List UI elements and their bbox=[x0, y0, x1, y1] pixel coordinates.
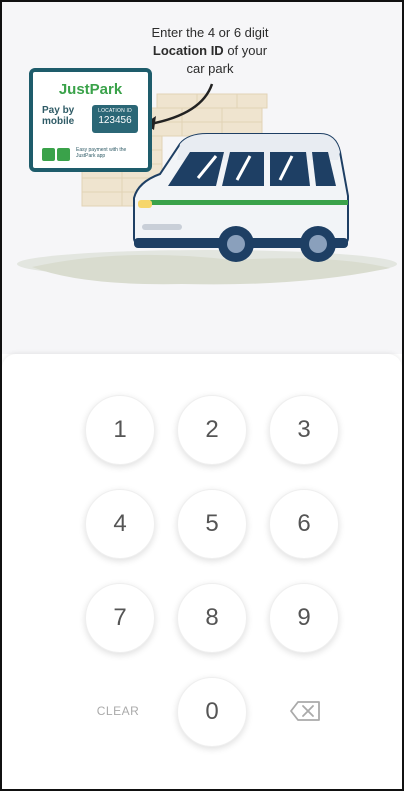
app-frame: Enter the 4 or 6 digit Location ID of yo… bbox=[0, 0, 404, 791]
key-0[interactable]: 0 bbox=[177, 677, 247, 747]
key-8[interactable]: 8 bbox=[177, 583, 247, 653]
location-id-label: LOCATION ID bbox=[98, 108, 132, 114]
backspace-icon bbox=[290, 701, 320, 721]
justpark-sign: JustPark Pay by mobile LOCATION ID 12345… bbox=[29, 68, 152, 172]
location-id-box: LOCATION ID 123456 bbox=[92, 105, 138, 133]
pay-line-1: Pay by bbox=[42, 105, 75, 116]
illustration-area: Enter the 4 or 6 digit Location ID of yo… bbox=[2, 2, 402, 354]
key-2[interactable]: 2 bbox=[177, 395, 247, 465]
instruction-line-2-rest: of your bbox=[223, 43, 268, 58]
instruction-line-2: Location ID of your bbox=[130, 42, 290, 60]
apple-icon bbox=[42, 148, 55, 161]
key-9[interactable]: 9 bbox=[269, 583, 339, 653]
key-1[interactable]: 1 bbox=[85, 395, 155, 465]
key-3[interactable]: 3 bbox=[269, 395, 339, 465]
key-4[interactable]: 4 bbox=[85, 489, 155, 559]
instruction-line-1: Enter the 4 or 6 digit bbox=[151, 25, 269, 40]
app-store-icons bbox=[42, 148, 72, 161]
instruction-text: Enter the 4 or 6 digit Location ID of yo… bbox=[130, 24, 290, 78]
location-id-emphasis: Location ID bbox=[152, 43, 224, 58]
backspace-button[interactable] bbox=[289, 700, 321, 722]
sign-footer-text: Easy payment with the JustPark app bbox=[76, 147, 127, 159]
clear-button[interactable]: CLEAR bbox=[88, 704, 148, 718]
justpark-logo: JustPark bbox=[58, 81, 123, 98]
android-icon bbox=[57, 148, 70, 161]
key-6[interactable]: 6 bbox=[269, 489, 339, 559]
number-keypad: 1 2 3 4 5 6 7 8 9 CLEAR 0 bbox=[2, 354, 402, 789]
pay-line-2: mobile bbox=[42, 116, 75, 127]
instruction-line-3: car park bbox=[186, 61, 234, 76]
key-7[interactable]: 7 bbox=[85, 583, 155, 653]
pay-by-mobile-text: Pay by mobile bbox=[42, 105, 92, 127]
location-id-value: 123456 bbox=[98, 115, 132, 126]
key-5[interactable]: 5 bbox=[177, 489, 247, 559]
